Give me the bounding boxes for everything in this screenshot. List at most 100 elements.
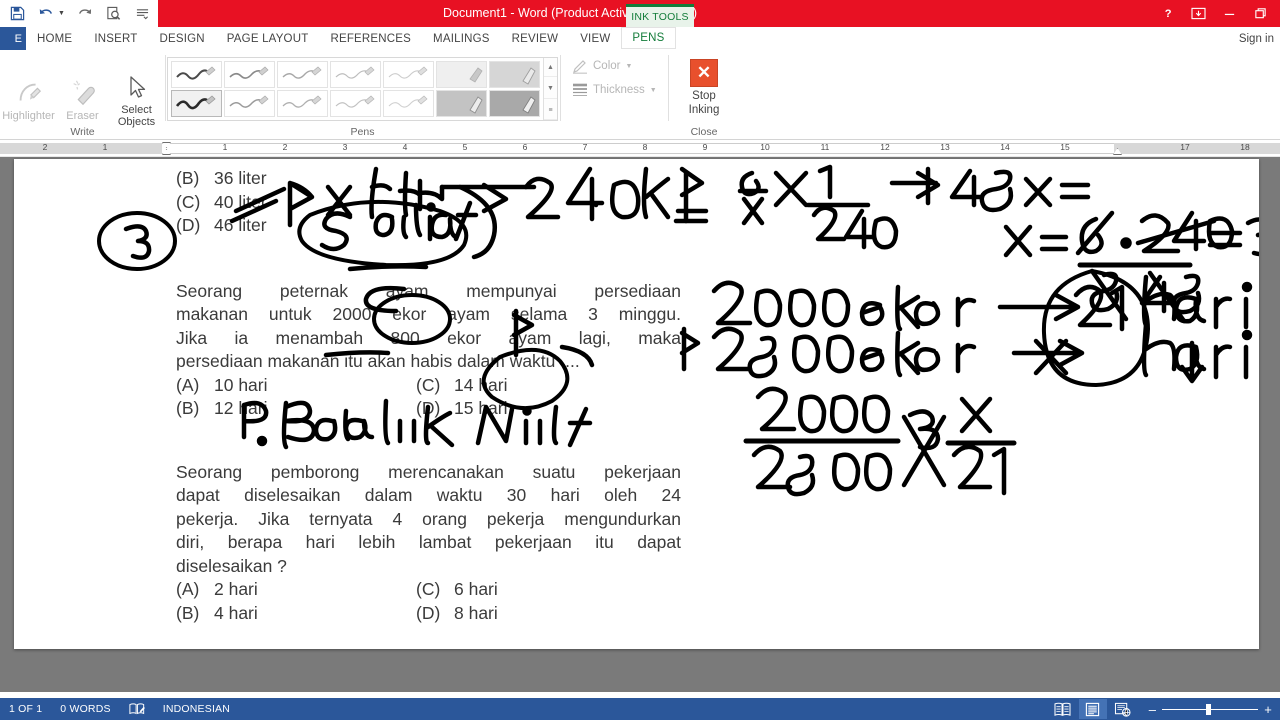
pen-style-swatch[interactable] <box>277 61 328 88</box>
pen-style-swatch[interactable] <box>383 61 434 88</box>
pen-color-dropdown-caret-icon[interactable]: ▼ <box>625 63 632 70</box>
pen-style-swatch[interactable] <box>224 61 275 88</box>
option-label: (C) <box>176 191 201 212</box>
page-count-status[interactable]: 1 OF 1 <box>0 698 51 720</box>
ruler-number: 14 <box>1000 142 1010 152</box>
tab-page-layout[interactable]: PAGE LAYOUT <box>216 27 320 50</box>
tab-review[interactable]: REVIEW <box>501 27 570 50</box>
pen-style-swatch[interactable] <box>330 90 381 117</box>
ink-arrow-1 <box>997 292 1081 322</box>
stop-inking-button[interactable]: ✕ Stop Inking <box>689 54 719 117</box>
option-label: (A) <box>176 374 200 395</box>
pen-color-button[interactable]: Color ▼ <box>568 54 635 78</box>
gallery-scroll-down-icon[interactable]: ▼ <box>544 80 557 99</box>
ink-2800-ekor <box>711 326 855 379</box>
save-icon[interactable] <box>8 5 26 23</box>
ink-2000-over-2800 <box>743 386 901 497</box>
tab-home[interactable]: HOME <box>26 27 83 50</box>
eraser-button[interactable]: Eraser <box>57 72 109 122</box>
gallery-scroll-up-icon[interactable]: ▲ <box>544 58 557 77</box>
pen-thickness-button[interactable]: Thickness ▼ <box>568 78 660 102</box>
pen-highlighter-swatch[interactable] <box>436 61 487 88</box>
ruler-left-margin <box>0 143 162 154</box>
highlighter-button[interactable]: Highlighter <box>2 72 55 122</box>
ribbon-tab-strip[interactable]: E HOME INSERT DESIGN PAGE LAYOUT REFEREN… <box>0 27 1280 51</box>
tab-file[interactable]: E <box>0 27 26 50</box>
ribbon: Highlighter Eraser Select Objects Write <box>0 51 1280 140</box>
status-bar[interactable]: 1 OF 1 0 WORDS INDONESIAN – + <box>0 698 1280 720</box>
pen-style-swatch[interactable] <box>277 90 328 117</box>
option-text: 36 liter <box>214 168 267 188</box>
gallery-more-icon[interactable]: ≡ <box>544 101 557 120</box>
highlighter-label: Highlighter <box>2 109 55 122</box>
ribbon-group-label-close: Close <box>690 126 718 138</box>
option-label: (D) <box>416 602 441 623</box>
contextual-tab-ink-tools: INK TOOLS <box>626 4 694 27</box>
redo-icon[interactable] <box>76 5 94 23</box>
zoom-slider-thumb[interactable] <box>1206 703 1212 715</box>
document-canvas[interactable]: (B) 36 liter (C) 40 liter (D) 46 liter S… <box>0 157 1280 692</box>
help-button[interactable]: ? <box>1152 0 1183 27</box>
document-page[interactable]: (B) 36 liter (C) 40 liter (D) 46 liter S… <box>14 159 1259 649</box>
ribbon-display-options-button[interactable] <box>1183 0 1214 27</box>
undo-icon[interactable] <box>37 5 55 23</box>
pen-style-swatch[interactable] <box>383 90 434 117</box>
read-mode-view-button[interactable] <box>1049 699 1077 719</box>
pen-color-label: Color <box>593 60 621 72</box>
highlighter-icon <box>14 76 44 110</box>
option-text: 40 liter <box>214 191 267 212</box>
list-item: (A) 2 hari (C) 6 hari <box>176 578 681 602</box>
minimize-button[interactable] <box>1214 0 1245 27</box>
ruler-number: 5 <box>462 142 468 152</box>
tab-insert[interactable]: INSERT <box>83 27 148 50</box>
print-layout-view-button[interactable] <box>1078 699 1107 719</box>
ruler-number: 11 <box>820 142 830 152</box>
tab-design[interactable]: DESIGN <box>148 27 215 50</box>
undo-dropdown-caret-icon[interactable]: ▼ <box>58 10 65 17</box>
close-x-icon: ✕ <box>690 59 718 87</box>
print-preview-icon[interactable] <box>105 5 123 23</box>
pens-gallery-grid[interactable] <box>168 58 543 120</box>
customize-quick-access-icon[interactable] <box>134 5 152 23</box>
window-controls[interactable]: ? <box>1152 0 1276 27</box>
pens-gallery[interactable]: ▲ ▼ ≡ <box>167 57 558 121</box>
pen-highlighter-swatch[interactable] <box>489 90 540 117</box>
pen-highlighter-swatch[interactable] <box>436 90 487 117</box>
list-item: (A) 10 hari (C) 14 hari <box>176 374 681 398</box>
tab-pens[interactable]: PENS <box>621 27 676 50</box>
option-text: 4 hari <box>214 602 258 623</box>
zoom-slider[interactable]: – + <box>1149 702 1272 717</box>
ruler-text-area <box>162 143 1114 154</box>
status-bar-right[interactable]: – + <box>1049 699 1280 719</box>
zoom-in-button[interactable]: + <box>1264 702 1272 717</box>
stop-inking-label-1: Stop <box>692 90 716 102</box>
quick-access-toolbar[interactable]: ▼ <box>0 0 158 27</box>
language-status[interactable]: INDONESIAN <box>154 698 239 720</box>
tab-references[interactable]: REFERENCES <box>319 27 422 50</box>
zoom-slider-track[interactable] <box>1162 703 1259 715</box>
web-layout-view-button[interactable] <box>1109 699 1137 719</box>
sign-in-link[interactable]: Sign in <box>1239 27 1280 50</box>
pen-highlighter-swatch[interactable] <box>489 61 540 88</box>
tab-view[interactable]: VIEW <box>569 27 621 50</box>
pen-style-swatch[interactable] <box>171 61 222 88</box>
proofing-errors-icon[interactable] <box>120 698 154 720</box>
select-objects-button[interactable]: Select Objects <box>111 66 163 128</box>
tab-mailings[interactable]: MAILINGS <box>422 27 501 50</box>
pens-gallery-scrollbar[interactable]: ▲ ▼ ≡ <box>543 58 557 120</box>
pen-style-swatch[interactable] <box>224 90 275 117</box>
ruler-number: 7 <box>582 142 588 152</box>
document-body-text[interactable]: (B) 36 liter (C) 40 liter (D) 46 liter S… <box>176 167 681 625</box>
horizontal-ruler[interactable]: 2 1 1 2 3 4 5 6 7 8 9 10 11 12 13 14 15 … <box>0 140 1280 157</box>
pen-thickness-dropdown-caret-icon[interactable]: ▼ <box>650 87 657 94</box>
word-count-status[interactable]: 0 WORDS <box>51 698 119 720</box>
cursor-arrow-icon <box>123 70 151 104</box>
pen-style-swatch[interactable] <box>330 61 381 88</box>
svg-text:?: ? <box>1165 8 1172 20</box>
pen-style-swatch-selected[interactable] <box>171 90 222 117</box>
zoom-out-button[interactable]: – <box>1149 702 1156 717</box>
ruler-number: 1 <box>222 142 228 152</box>
ink-circle-21-x <box>1041 269 1150 387</box>
option-label: (B) <box>176 398 200 418</box>
restore-button[interactable] <box>1245 0 1276 27</box>
